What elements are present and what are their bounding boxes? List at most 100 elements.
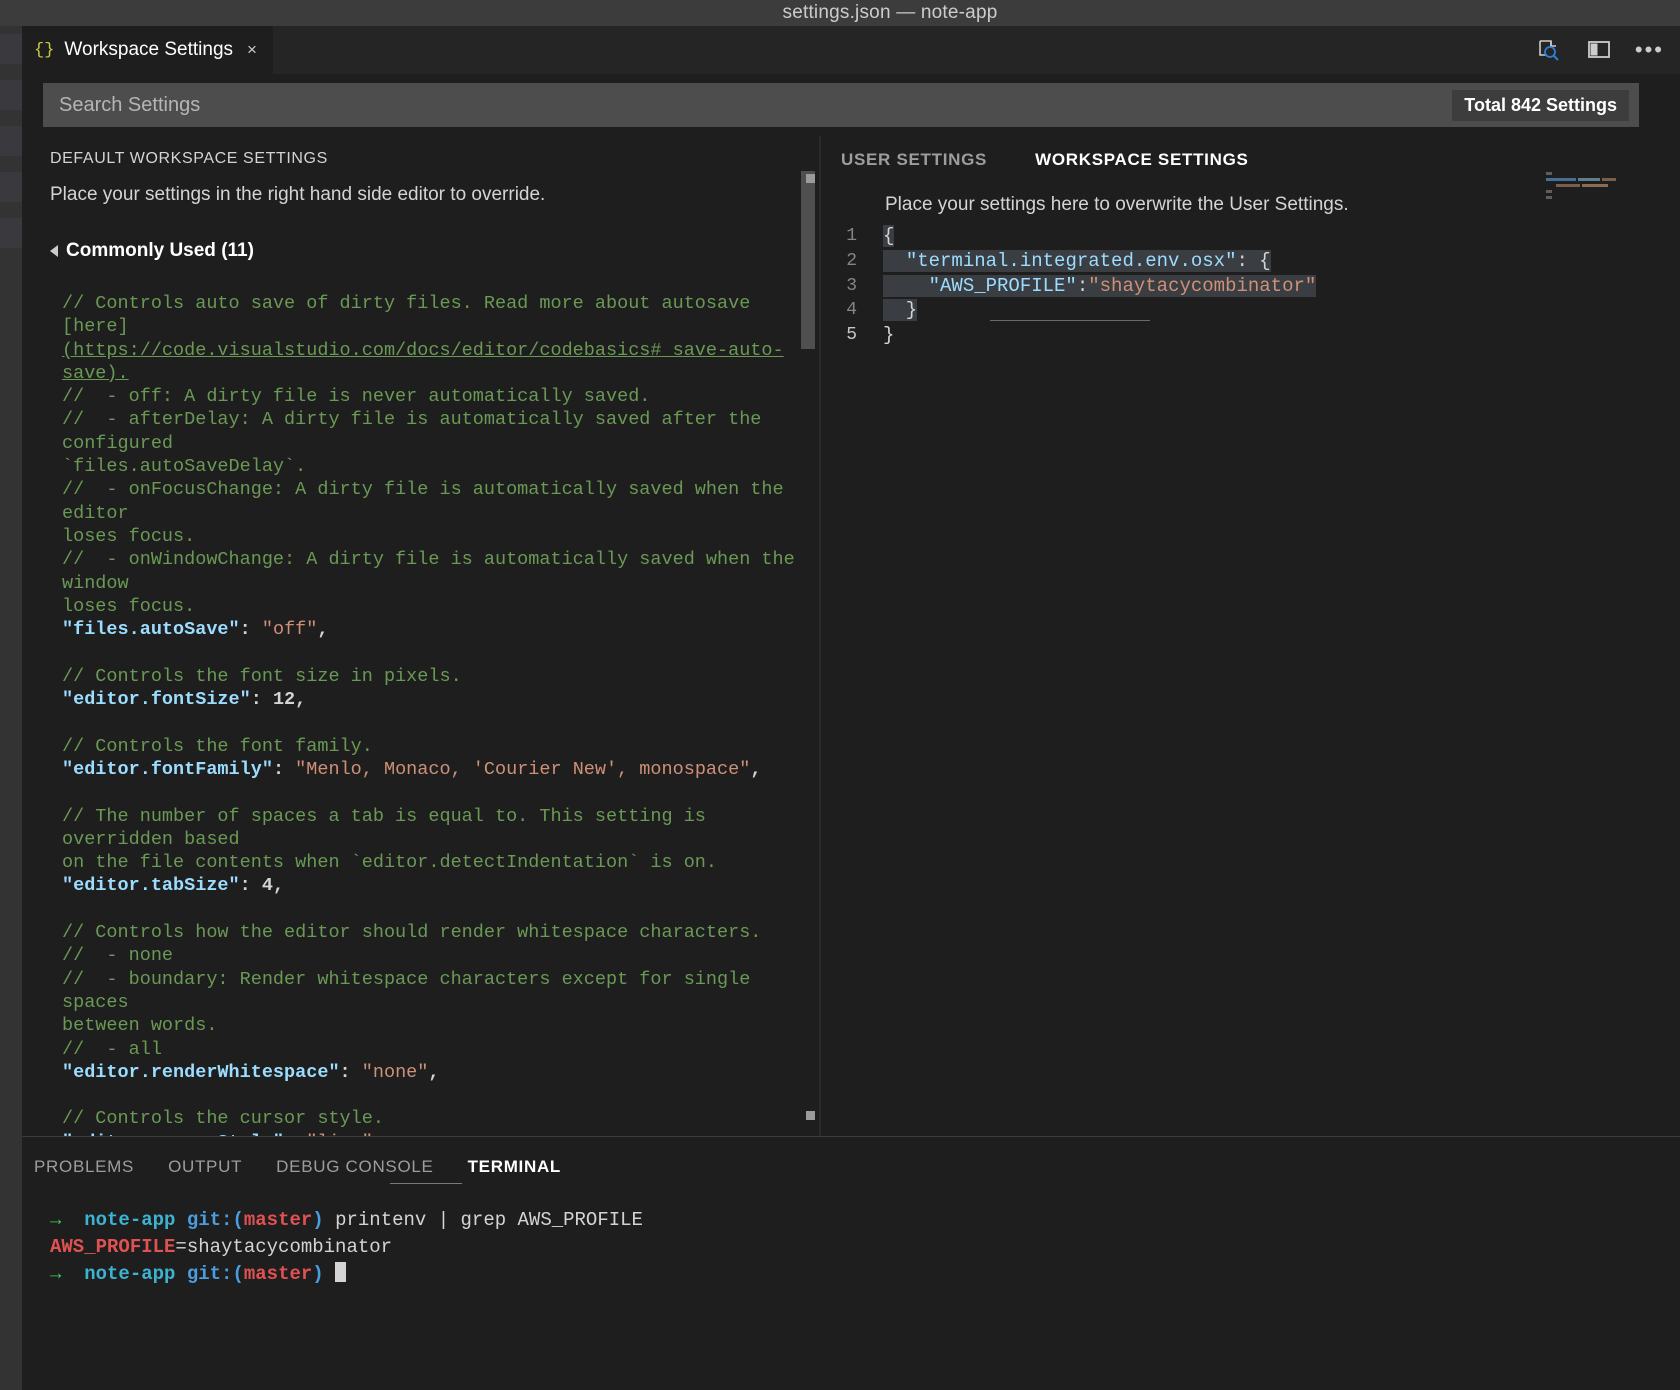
prompt-arrow-icon: → bbox=[50, 1209, 85, 1231]
settings-comment-line: between words. bbox=[62, 1015, 218, 1037]
settings-comment-line: // Controls how the editor should render… bbox=[62, 922, 762, 944]
settings-comment-line: // - afterDelay: A dirty file is automat… bbox=[62, 409, 773, 454]
settings-scope-tab-1[interactable]: WORKSPACE SETTINGS bbox=[1035, 150, 1248, 176]
total-settings-badge: Total 842 Settings bbox=[1452, 89, 1629, 121]
punctuation: : bbox=[239, 875, 262, 897]
punctuation: : bbox=[339, 1061, 362, 1083]
code-token: } bbox=[883, 299, 918, 322]
punctuation: , bbox=[428, 1061, 440, 1083]
panel-tab-2[interactable]: DEBUG CONSOLE bbox=[276, 1157, 433, 1185]
setting-value: 4 bbox=[261, 875, 273, 897]
line-content: "AWS_PROFILE":"shaytacycombinator" bbox=[883, 274, 1317, 299]
punctuation: , bbox=[295, 689, 307, 711]
panel-tabs: PROBLEMS OUTPUT DEBUG CONSOLE TERMINAL bbox=[22, 1137, 1680, 1185]
settings-search-row: Total 842 Settings bbox=[22, 74, 1680, 136]
activity-bar[interactable] bbox=[0, 26, 22, 1390]
settings-comment-line: on the file contents when `editor.detect… bbox=[62, 852, 718, 874]
settings-scope-tab-0[interactable]: USER SETTINGS bbox=[841, 150, 987, 176]
settings-comment-line: // - all bbox=[62, 1038, 162, 1060]
more-actions-icon[interactable]: ••• bbox=[1635, 39, 1664, 61]
editor-line[interactable]: 2 "terminal.integrated.env.osx": { bbox=[821, 249, 1680, 274]
panel-active-tab-underline bbox=[390, 1183, 462, 1184]
prompt-git-branch: master bbox=[243, 1263, 313, 1285]
search-settings-box[interactable]: Total 842 Settings bbox=[43, 83, 1639, 127]
settings-comment-line: // Controls the cursor style. bbox=[62, 1108, 384, 1130]
commonly-used-group-header[interactable]: Commonly Used (11) bbox=[50, 240, 819, 262]
line-number: 4 bbox=[846, 300, 857, 321]
settings-comment-line: // Controls auto save of dirty files. Re… bbox=[62, 293, 762, 338]
punctuation: : bbox=[272, 758, 296, 780]
punctuation: : bbox=[250, 689, 273, 711]
editor-line[interactable]: 4 } bbox=[821, 298, 1680, 323]
setting-key: "files.autoSave" bbox=[62, 619, 240, 641]
panel-tab-0[interactable]: PROBLEMS bbox=[34, 1157, 134, 1185]
tab-label: Workspace Settings bbox=[64, 39, 234, 60]
setting-value: "off" bbox=[261, 619, 318, 641]
split-editor-icon[interactable] bbox=[1585, 36, 1613, 64]
default-settings-subtitle: Place your settings in the right hand si… bbox=[50, 184, 546, 205]
settings-comment-line: // - onFocusChange: A dirty file is auto… bbox=[62, 479, 795, 524]
workspace-settings-editor[interactable]: 1{2 "terminal.integrated.env.osx": {3 "A… bbox=[821, 224, 1680, 348]
env-var-value: =shaytacycombinator bbox=[175, 1236, 393, 1258]
env-var-name: AWS_PROFILE bbox=[50, 1236, 176, 1258]
group-title-label: Commonly Used (11) bbox=[66, 240, 254, 261]
activity-bar-item[interactable] bbox=[0, 172, 22, 202]
prompt-git-suffix: ) bbox=[312, 1209, 324, 1231]
settings-comment-line: // Controls the font family. bbox=[62, 735, 373, 757]
editor-line[interactable]: 5} bbox=[821, 323, 1680, 348]
tab-bar-actions: ••• bbox=[1535, 26, 1680, 74]
setting-key: "editor.fontSize" bbox=[62, 689, 251, 711]
left-scrollbar-track[interactable] bbox=[801, 136, 817, 1136]
terminal-line: AWS_PROFILE=shaytacycombinator bbox=[50, 1234, 1680, 1261]
left-scrollbar-thumb[interactable] bbox=[801, 171, 815, 349]
editor-line[interactable]: 3 "AWS_PROFILE":"shaytacycombinator" bbox=[821, 274, 1680, 299]
terminal-output[interactable]: → note-app git:(master) printenv | grep … bbox=[50, 1207, 1680, 1288]
editor-tab-bar: {} Workspace Settings × ••• bbox=[22, 26, 1680, 74]
line-number: 3 bbox=[846, 275, 857, 296]
activity-bar-item[interactable] bbox=[0, 126, 22, 156]
code-token bbox=[883, 249, 906, 272]
settings-comment-line: // Controls the font size in pixels. bbox=[62, 665, 462, 687]
line-number: 5 bbox=[846, 325, 857, 346]
prompt-git-prefix: git:( bbox=[186, 1263, 244, 1285]
prompt-git-branch: master bbox=[243, 1209, 313, 1231]
line-content: } bbox=[883, 323, 894, 348]
search-input[interactable] bbox=[43, 83, 1453, 127]
line-number: 1 bbox=[846, 226, 857, 246]
code-token: "AWS_PROFILE" bbox=[928, 274, 1077, 297]
prompt-git-prefix: git:( bbox=[186, 1209, 244, 1231]
panel-tab-1[interactable]: OUTPUT bbox=[168, 1157, 242, 1185]
setting-key: "editor.tabSize" bbox=[62, 875, 240, 897]
default-settings-pane: DEFAULT WORKSPACE SETTINGS Place your se… bbox=[22, 136, 819, 1136]
bottom-panel: PROBLEMS OUTPUT DEBUG CONSOLE TERMINAL → no… bbox=[22, 1136, 1680, 1390]
setting-value: "none" bbox=[361, 1061, 429, 1083]
code-token bbox=[883, 274, 929, 297]
setting-key: "editor.renderWhitespace" bbox=[62, 1061, 340, 1083]
punctuation: : bbox=[239, 619, 262, 641]
tab-workspace-settings[interactable]: {} Workspace Settings × bbox=[22, 26, 274, 74]
settings-comment-line: // The number of spaces a tab is equal t… bbox=[62, 805, 718, 850]
activity-bar-item[interactable] bbox=[0, 218, 22, 248]
vscode-window: settings.json — note-app {} Workspace Se… bbox=[0, 0, 1680, 1390]
settings-comment-line: loses focus. bbox=[62, 595, 196, 617]
activity-bar-item[interactable] bbox=[0, 80, 22, 110]
prompt-arrow-icon: → bbox=[50, 1263, 85, 1285]
activity-bar-item[interactable] bbox=[0, 34, 22, 64]
terminal-command: printenv | grep AWS_PROFILE bbox=[323, 1209, 643, 1231]
code-token: } bbox=[883, 324, 895, 347]
settings-comment-line: // - onWindowChange: A dirty file is aut… bbox=[62, 549, 806, 594]
punctuation: , bbox=[750, 758, 762, 780]
settings-comment-line: loses focus. bbox=[62, 525, 196, 547]
settings-comment-line[interactable]: (https://code.visualstudio.com/docs/edit… bbox=[62, 340, 784, 384]
line-content: "terminal.integrated.env.osx": { bbox=[883, 249, 1271, 274]
minimap[interactable] bbox=[1546, 172, 1674, 228]
open-settings-json-icon[interactable] bbox=[1535, 36, 1563, 64]
scroll-marker bbox=[806, 1111, 815, 1120]
caret-collapse-icon[interactable] bbox=[50, 245, 58, 257]
code-token: : bbox=[1076, 274, 1089, 297]
panel-tab-3[interactable]: TERMINAL bbox=[468, 1157, 561, 1185]
prompt-git-suffix: ) bbox=[312, 1263, 324, 1285]
setting-key: "editor.fontFamily" bbox=[62, 758, 273, 780]
default-settings-eyebrow: DEFAULT WORKSPACE SETTINGS bbox=[50, 150, 328, 167]
close-icon[interactable]: × bbox=[247, 40, 257, 60]
